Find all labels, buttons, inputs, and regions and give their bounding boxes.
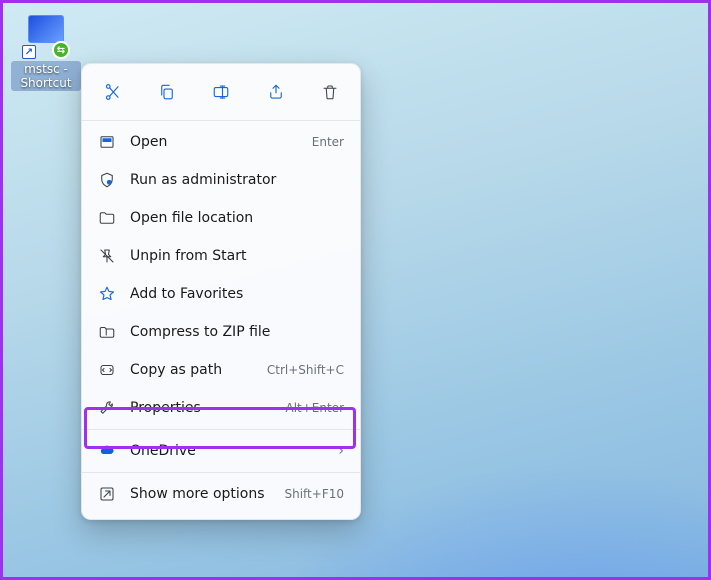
menu-item-label: Show more options: [130, 486, 284, 502]
separator: [82, 472, 360, 473]
menu-item-show-more[interactable]: Show more options Shift+F10: [88, 475, 354, 513]
menu-item-shortcut: Enter: [312, 135, 344, 149]
menu-item-label: Add to Favorites: [130, 286, 344, 302]
desktop-background: ↗ ⇆ mstsc - Shortcut Open: [3, 3, 708, 577]
menu-item-label: Open file location: [130, 210, 344, 226]
menu-item-label: Open: [130, 134, 312, 150]
remote-desktop-icon: ↗ ⇆: [22, 11, 70, 59]
rename-icon: [212, 83, 230, 101]
menu-item-open[interactable]: Open Enter: [88, 123, 354, 161]
menu-item-compress-zip[interactable]: Compress to ZIP file: [88, 313, 354, 351]
open-icon: [98, 133, 116, 151]
star-icon: [98, 285, 116, 303]
share-button[interactable]: [260, 76, 292, 108]
menu-item-shortcut: Shift+F10: [284, 487, 344, 501]
unpin-icon: [98, 247, 116, 265]
copy-path-icon: [98, 361, 116, 379]
menu-item-unpin-start[interactable]: Unpin from Start: [88, 237, 354, 275]
onedrive-icon: [98, 442, 116, 460]
menu-item-open-location[interactable]: Open file location: [88, 199, 354, 237]
separator: [82, 120, 360, 121]
context-menu: Open Enter Run as administrator Open fil…: [81, 63, 361, 520]
copy-icon: [158, 83, 176, 101]
separator: [82, 429, 360, 430]
menu-item-label: Compress to ZIP file: [130, 324, 344, 340]
menu-item-copy-path[interactable]: Copy as path Ctrl+Shift+C: [88, 351, 354, 389]
trash-icon: [321, 83, 339, 101]
zip-icon: [98, 323, 116, 341]
share-icon: [267, 83, 285, 101]
menu-item-label: Copy as path: [130, 362, 267, 378]
chevron-right-icon: ›: [338, 443, 344, 459]
menu-item-shortcut: Alt+Enter: [285, 401, 344, 415]
menu-item-onedrive[interactable]: OneDrive ›: [88, 432, 354, 470]
menu-item-run-admin[interactable]: Run as administrator: [88, 161, 354, 199]
delete-button[interactable]: [314, 76, 346, 108]
menu-item-add-favorites[interactable]: Add to Favorites: [88, 275, 354, 313]
quick-actions-bar: [88, 70, 354, 118]
menu-item-label: Run as administrator: [130, 172, 344, 188]
expand-icon: [98, 485, 116, 503]
copy-button[interactable]: [151, 76, 183, 108]
desktop-icon-mstsc-shortcut[interactable]: ↗ ⇆ mstsc - Shortcut: [11, 11, 81, 91]
menu-item-label: Properties: [130, 400, 285, 416]
menu-item-label: OneDrive: [130, 443, 338, 459]
desktop-icon-label: mstsc - Shortcut: [11, 61, 81, 91]
scissors-icon: [103, 83, 121, 101]
cut-button[interactable]: [96, 76, 128, 108]
menu-item-shortcut: Ctrl+Shift+C: [267, 363, 344, 377]
folder-icon: [98, 209, 116, 227]
rename-button[interactable]: [205, 76, 237, 108]
menu-item-properties[interactable]: Properties Alt+Enter: [88, 389, 354, 427]
menu-item-label: Unpin from Start: [130, 248, 344, 264]
shield-icon: [98, 171, 116, 189]
wrench-icon: [98, 399, 116, 417]
